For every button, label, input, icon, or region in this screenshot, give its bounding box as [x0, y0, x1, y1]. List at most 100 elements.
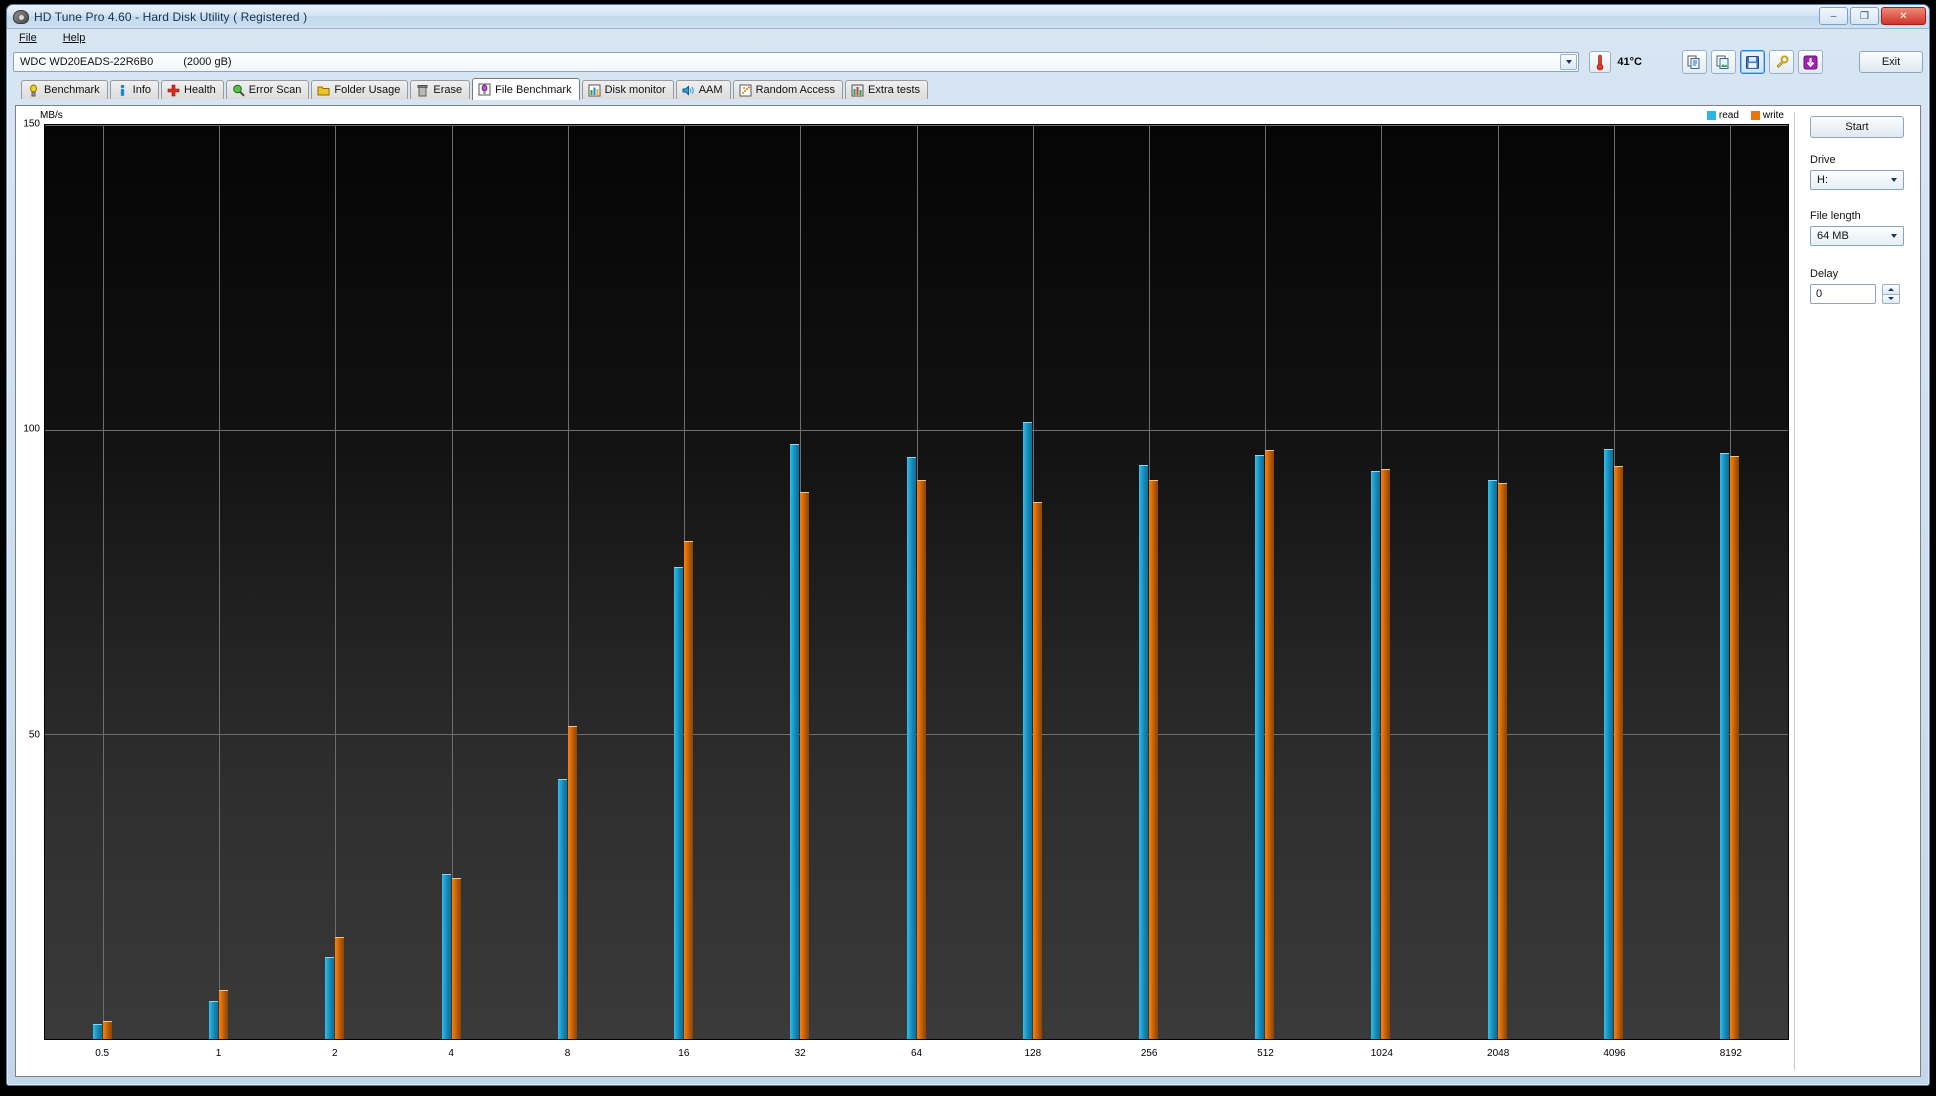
tab-error-scan[interactable]: Error Scan [225, 80, 310, 99]
copy-text-button[interactable] [1682, 50, 1707, 74]
violet-bulb-icon [478, 83, 491, 96]
window-title: HD Tune Pro 4.60 - Hard Disk Utility ( R… [34, 9, 308, 24]
tab-label: AAM [698, 84, 723, 96]
bar-write [1265, 449, 1275, 1039]
tab-label: Benchmark [44, 84, 100, 96]
bar-read [906, 457, 916, 1039]
tab-info[interactable]: Info [109, 80, 159, 99]
drive-dropdown-value: H: [1817, 174, 1828, 186]
delay-input[interactable]: 0 [1810, 284, 1876, 304]
tab-random-access[interactable]: Random Access [732, 80, 844, 99]
legend-swatch-read [1706, 111, 1716, 120]
close-button[interactable]: ✕ [1881, 7, 1926, 25]
temperature-value: 41°C [1617, 56, 1642, 68]
x-axis-tick-label: 2 [332, 1048, 338, 1059]
tab-label: Disk monitor [604, 84, 666, 96]
x-axis-tick-label: 256 [1140, 1048, 1158, 1059]
folder-icon [317, 84, 330, 97]
bar-group [906, 125, 927, 1039]
bar-read [93, 1023, 103, 1039]
tab-bar: Benchmark Info Health Error Scan Folder … [7, 77, 1929, 100]
title-bar: HD Tune Pro 4.60 - Hard Disk Utility ( R… [7, 5, 1929, 29]
file-length-dropdown[interactable]: 64 MB [1810, 226, 1904, 246]
bar-write [335, 936, 345, 1039]
chevron-down-icon[interactable] [1560, 54, 1578, 70]
options-button[interactable] [1769, 50, 1794, 74]
drive-toolbar-row: WDC WD20EADS-22R6B0 (2000 gB) 41°C Exit [7, 47, 1929, 77]
tab-label: Health [184, 84, 216, 96]
download-button[interactable] [1798, 50, 1823, 74]
spinner-up-icon[interactable] [1882, 284, 1900, 294]
tab-label: Erase [433, 84, 463, 96]
bar-write [567, 726, 577, 1039]
maximize-button[interactable]: ❐ [1850, 7, 1879, 25]
tab-extra-tests[interactable]: Extra tests [845, 80, 929, 99]
bar-write [1148, 479, 1158, 1039]
bar-group [209, 125, 229, 1039]
tab-label: Extra tests [868, 84, 921, 96]
y-axis-unit-label: MB/s [40, 110, 63, 121]
exit-button[interactable]: Exit [1859, 51, 1923, 73]
tab-health[interactable]: Health [161, 80, 224, 99]
bar-write [1613, 466, 1623, 1039]
window-controls: – ❐ ✕ [1819, 7, 1926, 25]
bar-write [684, 540, 694, 1039]
legend-label: write [1762, 110, 1784, 121]
chevron-down-icon [1891, 178, 1897, 182]
bar-write [1729, 455, 1739, 1039]
legend-item-read: read [1706, 110, 1739, 121]
x-axis: 0.5 1 2 4 8 16 32 64 128 256 512 1024 2048 4096 8192 [44, 1048, 1789, 1062]
x-axis-tick-label: 64 [910, 1048, 923, 1059]
legend-item-write: write [1750, 110, 1784, 121]
menu-item-help[interactable]: Help [59, 31, 90, 45]
y-axis: 50 100 150 [16, 119, 44, 1040]
tab-benchmark[interactable]: Benchmark [21, 80, 108, 99]
tab-label: Random Access [755, 84, 836, 96]
tab-erase[interactable]: Erase [410, 80, 471, 99]
tab-label: File Benchmark [495, 83, 572, 96]
start-button[interactable]: Start [1810, 116, 1904, 138]
drive-dropdown[interactable]: H: [1810, 170, 1904, 190]
x-axis-tick-label: 4 [448, 1048, 454, 1059]
x-axis-tick-label: 2048 [1487, 1048, 1510, 1059]
spinner-down-icon[interactable] [1882, 293, 1900, 304]
tab-label: Folder Usage [334, 84, 401, 96]
bar-read [441, 874, 451, 1039]
copy-image-button[interactable] [1711, 50, 1736, 74]
tab-folder-usage[interactable]: Folder Usage [311, 80, 409, 99]
chart-legend: read write [1706, 110, 1784, 121]
minimize-button[interactable]: – [1819, 7, 1848, 25]
bar-chart-icon [588, 84, 601, 97]
bar-write [1497, 482, 1507, 1039]
x-axis-tick-label: 128 [1024, 1048, 1042, 1059]
control-panel: Start Drive H: File length 64 MB Delay 0 [1794, 106, 1920, 1076]
file-length-label: File length [1810, 210, 1861, 222]
bar-read [325, 956, 335, 1039]
tab-disk-monitor[interactable]: Disk monitor [581, 80, 674, 99]
red-cross-icon [167, 84, 180, 97]
thermometer-icon[interactable] [1589, 51, 1612, 73]
tab-file-benchmark[interactable]: File Benchmark [472, 78, 580, 100]
bar-read [1603, 449, 1613, 1039]
bar-group [1719, 125, 1740, 1039]
plot-area [44, 124, 1789, 1040]
save-button[interactable] [1740, 50, 1765, 74]
delay-stepper[interactable]: 0 [1810, 284, 1900, 304]
bar-read [1255, 455, 1265, 1039]
y-axis-tick-label: 100 [23, 423, 40, 435]
speaker-icon [682, 84, 695, 97]
legend-swatch-write [1750, 111, 1760, 120]
blue-info-icon [116, 84, 129, 97]
trash-icon [416, 84, 429, 97]
menu-item-file[interactable]: File [15, 31, 41, 45]
bar-group [93, 125, 113, 1039]
bar-group [1022, 125, 1043, 1039]
tab-label: Error Scan [248, 84, 302, 96]
bar-group [1138, 125, 1159, 1039]
bar-group [1603, 125, 1624, 1039]
tab-aam[interactable]: AAM [675, 80, 731, 99]
delay-spinner [1882, 284, 1900, 304]
chevron-down-icon [1891, 234, 1897, 238]
x-axis-tick-label: 0.5 [95, 1048, 110, 1059]
drive-select[interactable]: WDC WD20EADS-22R6B0 (2000 gB) [13, 52, 1580, 72]
